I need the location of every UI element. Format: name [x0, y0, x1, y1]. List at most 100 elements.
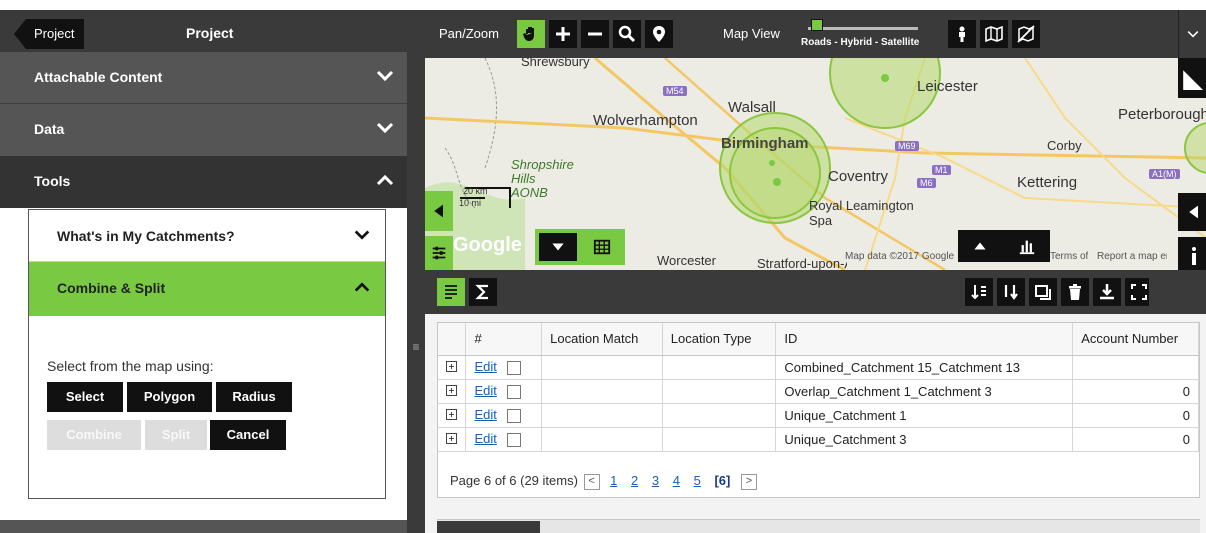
- row-checkbox[interactable]: [506, 432, 521, 447]
- place-label: Corby: [1047, 138, 1082, 153]
- column-header-location-match[interactable]: Location Match: [541, 323, 663, 356]
- table-row[interactable]: Edit Overlap_Catchment 1_Catchment 3 0: [438, 379, 1199, 404]
- collapse-left-tab[interactable]: [425, 191, 453, 231]
- street-view-button[interactable]: [948, 20, 976, 48]
- row-checkbox[interactable]: [506, 360, 521, 375]
- expand-row-icon[interactable]: [446, 360, 457, 372]
- pager-page-link[interactable]: 2: [631, 473, 638, 488]
- column-header-id[interactable]: ID: [775, 323, 1074, 356]
- sigma-icon: [475, 284, 488, 300]
- table-icon: [593, 239, 611, 255]
- column-header-index[interactable]: #: [465, 323, 543, 356]
- cell-id: Unique_Catchment 3: [775, 427, 1074, 452]
- sort-desc-button[interactable]: [965, 278, 993, 306]
- panel-divider[interactable]: [407, 10, 425, 533]
- copy-button[interactable]: [1029, 278, 1057, 306]
- collapse-right-tab[interactable]: [1178, 193, 1206, 231]
- pager-next-button[interactable]: >: [740, 473, 757, 490]
- bar-chart-icon: [1019, 240, 1035, 255]
- place-label: Wolverhampton: [593, 112, 698, 129]
- zoom-search-button[interactable]: [613, 20, 641, 48]
- resize-grip-icon[interactable]: ≡: [410, 340, 422, 360]
- chevron-down-icon: [375, 66, 395, 86]
- dropdown-button[interactable]: [539, 233, 577, 261]
- delete-button[interactable]: [1061, 278, 1089, 306]
- table-row[interactable]: Edit Combined_Catchment 15_Catchment 13: [438, 355, 1199, 380]
- road-shield: M1: [932, 165, 951, 175]
- table-row[interactable]: Edit Unique_Catchment 1 0: [438, 403, 1199, 428]
- cell-location-type: [662, 379, 777, 404]
- polygon-button[interactable]: Polygon: [127, 382, 212, 412]
- row-checkbox[interactable]: [506, 384, 521, 399]
- fullscreen-button[interactable]: [1125, 278, 1149, 306]
- table-view-button[interactable]: [583, 233, 621, 261]
- edit-link[interactable]: Edit: [474, 383, 496, 398]
- pager-page-link[interactable]: 1: [610, 473, 617, 488]
- select-from-map-label: Select from the map using:: [47, 358, 214, 374]
- map-layers-button[interactable]: [980, 20, 1008, 48]
- grid-horizontal-scrollbar[interactable]: [437, 519, 1200, 533]
- cancel-button[interactable]: Cancel: [210, 420, 286, 450]
- totals-button[interactable]: [469, 278, 497, 306]
- road-shield: M54: [663, 86, 687, 96]
- row-checkbox[interactable]: [506, 408, 521, 423]
- accordion-label: Attachable Content: [34, 69, 163, 85]
- corner-triangle-icon: [1183, 70, 1203, 90]
- toolbar-collapse-button[interactable]: [1178, 10, 1206, 58]
- pager-page-link[interactable]: 5: [694, 473, 701, 488]
- pager-summary: Page 6 of 6 (29 items): [450, 473, 578, 488]
- data-grid: # Location Match Location Type ID Accoun…: [437, 322, 1200, 498]
- place-label: Worcester: [657, 253, 716, 268]
- table-row[interactable]: Edit Unique_Catchment 3 0: [438, 427, 1199, 452]
- sort-asc-button[interactable]: [997, 278, 1025, 306]
- pager-current-page: [6]: [714, 473, 731, 488]
- column-header-account-number[interactable]: Account Number: [1072, 323, 1199, 356]
- legend-toggle-tab[interactable]: [425, 236, 453, 270]
- accordion-tools[interactable]: Tools: [0, 156, 407, 208]
- pan-hand-button[interactable]: [517, 20, 545, 48]
- accordion-attachable-content[interactable]: Attachable Content: [0, 52, 407, 104]
- place-label: Stratford-upon-Avon: [757, 256, 847, 270]
- expand-up-button[interactable]: [958, 230, 1002, 262]
- edit-link[interactable]: Edit: [474, 359, 496, 374]
- back-button[interactable]: Project: [14, 19, 85, 49]
- map-terms-link[interactable]: Terms of Use: [1050, 251, 1088, 262]
- scrollbar-thumb[interactable]: [437, 521, 540, 533]
- expand-row-icon[interactable]: [446, 408, 457, 420]
- accordion-data[interactable]: Data: [0, 104, 407, 156]
- mapview-slider-track[interactable]: [808, 27, 918, 30]
- radius-button[interactable]: Radius: [216, 382, 292, 412]
- mapview-slider-thumb[interactable]: [811, 19, 823, 31]
- grid-columns-button[interactable]: [437, 278, 465, 306]
- zoom-out-button[interactable]: [581, 20, 609, 48]
- road-shield: A1(M): [1149, 169, 1180, 179]
- location-pin-button[interactable]: [645, 20, 673, 48]
- pager-prev-button[interactable]: <: [583, 473, 600, 490]
- tool-combine-split[interactable]: Combine & Split: [29, 262, 385, 316]
- pager-page-link[interactable]: 3: [652, 473, 659, 488]
- search-icon: [618, 25, 636, 43]
- grid-view-toggle[interactable]: [535, 229, 625, 265]
- split-button[interactable]: Split: [145, 420, 207, 450]
- edit-link[interactable]: Edit: [474, 407, 496, 422]
- zoom-in-button[interactable]: [549, 20, 577, 48]
- expand-row-icon[interactable]: [446, 432, 457, 444]
- report-map-error-link[interactable]: Report a map error: [1097, 251, 1167, 262]
- tool-whats-in-my-catchments[interactable]: What's in My Catchments?: [29, 210, 385, 262]
- combine-button[interactable]: Combine: [47, 420, 141, 450]
- corner-toggle[interactable]: [1178, 58, 1206, 98]
- pager-page-link[interactable]: 4: [673, 473, 680, 488]
- expand-row-icon[interactable]: [446, 384, 457, 396]
- download-button[interactable]: [1093, 278, 1121, 306]
- place-label: Leicester: [917, 78, 978, 95]
- cell-location-match: [541, 403, 663, 428]
- map-panel-tabs: [958, 230, 1050, 262]
- place-label: Kettering: [1017, 174, 1078, 191]
- hide-map-button[interactable]: [1012, 20, 1040, 48]
- select-button[interactable]: Select: [47, 382, 123, 412]
- sort-arrows-icon: [971, 285, 986, 300]
- column-header-location-type[interactable]: Location Type: [662, 323, 777, 356]
- edit-link[interactable]: Edit: [474, 431, 496, 446]
- window-icon: [1035, 285, 1051, 300]
- chart-button[interactable]: [1004, 230, 1050, 262]
